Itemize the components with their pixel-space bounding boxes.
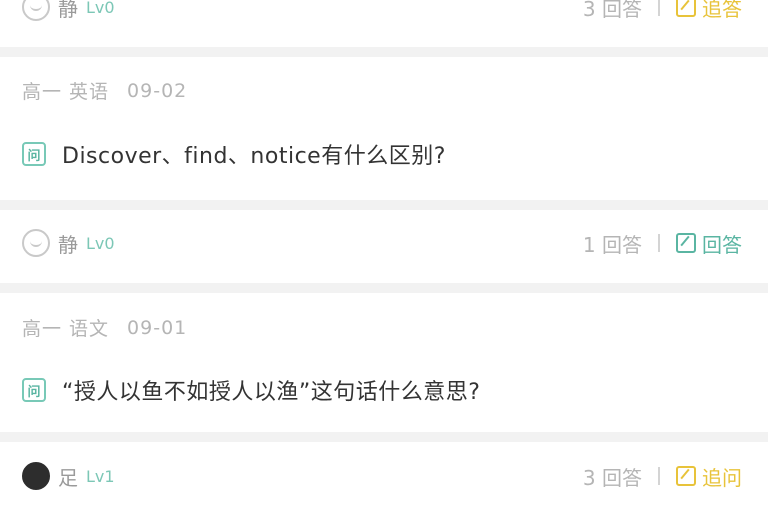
action-label: 回答 <box>702 232 742 257</box>
question-row[interactable]: 问 “授人以鱼不如授人以渔”这句话什么意思? <box>22 374 480 406</box>
follow-up-question-button[interactable]: 追问 <box>676 462 742 491</box>
user-info[interactable]: 足 Lv1 <box>22 451 115 501</box>
section-divider <box>0 47 768 57</box>
action-label: 追答 <box>702 0 742 21</box>
question-row[interactable]: 问 Discover、find、notice有什么区别? <box>22 138 446 170</box>
question-badge-icon: 问 <box>22 142 46 166</box>
user-level: Lv0 <box>86 0 115 17</box>
avatar-icon <box>22 462 50 490</box>
post-meta: 高一 语文 09-01 <box>22 314 187 341</box>
user-level: Lv1 <box>86 466 115 486</box>
answer-count: 1 回答 <box>582 232 642 257</box>
follow-up-answer-button[interactable]: 追答 <box>676 0 742 22</box>
divider <box>658 0 660 16</box>
answer-count: 3 回答 <box>582 465 642 490</box>
answer-button[interactable]: 回答 <box>676 229 742 258</box>
edit-icon <box>676 0 696 17</box>
user-level: Lv0 <box>86 233 115 253</box>
question-text[interactable]: Discover、find、notice有什么区别? <box>62 138 446 170</box>
edit-icon <box>676 466 696 486</box>
username: 静 <box>58 0 78 21</box>
username: 足 <box>58 465 78 490</box>
answer-count: 3 回答 <box>582 0 642 21</box>
question-badge-icon: 问 <box>22 378 46 402</box>
question-text[interactable]: “授人以鱼不如授人以渔”这句话什么意思? <box>62 374 480 406</box>
divider <box>658 467 660 485</box>
post-date: 09-01 <box>127 316 188 339</box>
post-date: 09-02 <box>127 79 188 102</box>
post-footer: 静 Lv0 1 回答 回答 <box>0 218 768 268</box>
avatar-icon <box>22 0 50 21</box>
divider <box>658 234 660 252</box>
username: 静 <box>58 232 78 257</box>
action-label: 追问 <box>702 465 742 490</box>
subject-label: 高一 英语 <box>22 81 110 103</box>
avatar-icon <box>22 229 50 257</box>
user-info[interactable]: 静 Lv0 <box>22 0 115 32</box>
edit-icon <box>676 233 696 253</box>
section-divider <box>0 283 768 293</box>
subject-label: 高一 语文 <box>22 318 110 340</box>
post-footer: 静 Lv0 3 回答 追答 <box>0 0 768 32</box>
user-info[interactable]: 静 Lv0 <box>22 218 115 268</box>
section-divider <box>0 200 768 210</box>
post-footer: 足 Lv1 3 回答 追问 <box>0 451 768 501</box>
post-meta: 高一 英语 09-02 <box>22 77 187 104</box>
section-divider <box>0 432 768 442</box>
